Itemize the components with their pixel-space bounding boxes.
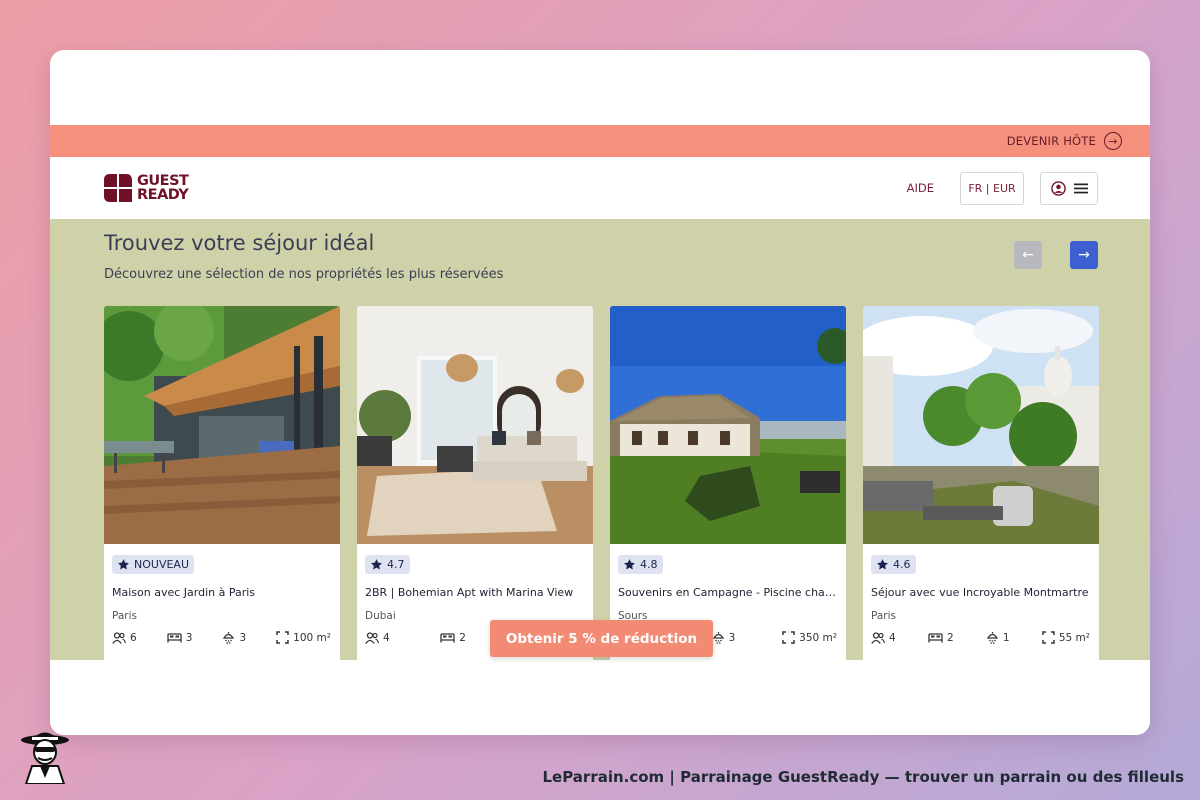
bed-icon — [928, 633, 943, 643]
property-title[interactable]: 2BR | Bohemian Apt with Marina View — [365, 586, 585, 599]
baths-count: 3 — [728, 631, 736, 644]
footer-caption: LeParrain.com | Parrainage GuestReady — … — [542, 768, 1184, 786]
bed-icon — [440, 633, 455, 643]
carousel-next-button[interactable]: → — [1070, 241, 1098, 269]
badge-label: 4.6 — [893, 558, 911, 571]
nav-actions: AIDE FR | EUR — [907, 171, 1098, 205]
area-frame-icon — [782, 631, 795, 644]
guests-icon — [871, 631, 885, 644]
area-stat: 100 m² — [276, 631, 331, 644]
mascot-logo-icon — [18, 726, 72, 788]
baths-count: 3 — [239, 631, 247, 644]
rating-badge: 4.8 — [618, 555, 663, 574]
become-host-label: DEVENIR HÔTE — [1006, 134, 1096, 148]
beds-count: 3 — [185, 631, 193, 644]
area-stat: 350 m² — [782, 631, 837, 644]
property-card[interactable]: 4.7 2BR | Bohemian Apt with Marina View … — [357, 306, 593, 660]
bed-icon — [167, 633, 182, 643]
navbar: GUEST READY AIDE FR | EUR — [50, 157, 1150, 219]
page-footer-area — [50, 660, 1150, 735]
logo-line-1: GUEST — [137, 173, 189, 189]
card-body: NOUVEAU Maison avec Jardin à Paris Paris… — [104, 544, 340, 644]
beds-stat: 3 — [167, 631, 193, 644]
logo-wordmark: GUEST READY — [137, 173, 189, 203]
guests-count: 6 — [130, 631, 137, 644]
guestready-logo[interactable]: GUEST READY — [104, 173, 189, 203]
arrow-left-icon: ← — [1022, 247, 1034, 263]
user-circle-icon — [1050, 180, 1066, 196]
star-icon — [118, 559, 129, 570]
featured-properties-section: Trouvez votre séjour idéal Découvrez une… — [50, 219, 1150, 660]
property-card[interactable]: 4.8 Souvenirs en Campagne - Piscine chau… — [610, 306, 846, 660]
language-currency-button[interactable]: FR | EUR — [960, 171, 1024, 205]
star-icon — [877, 559, 888, 570]
badge-label: 4.7 — [387, 558, 405, 571]
hamburger-menu-icon — [1073, 183, 1088, 193]
property-stats: 6 3 3 100 m² — [112, 631, 332, 644]
property-stats: 4 2 1 55 m² — [871, 631, 1091, 644]
section-subtitle: Découvrez une sélection de nos propriété… — [104, 267, 504, 282]
help-link[interactable]: AIDE — [907, 181, 934, 195]
property-photo — [610, 306, 846, 544]
guests-stat: 4 — [871, 631, 896, 644]
beds-count: 2 — [946, 631, 954, 644]
property-photo — [357, 306, 593, 544]
rating-badge: 4.7 — [365, 555, 410, 574]
property-cards: NOUVEAU Maison avec Jardin à Paris Paris… — [104, 306, 1099, 660]
top-banner: DEVENIR HÔTE → — [50, 125, 1150, 157]
baths-stat: 1 — [986, 631, 1010, 644]
baths-count: 1 — [1002, 631, 1010, 644]
guests-stat: 6 — [112, 631, 137, 644]
guests-stat: 4 — [365, 631, 390, 644]
shower-icon — [712, 632, 724, 644]
become-host-link[interactable]: DEVENIR HÔTE → — [1007, 132, 1122, 150]
beds-stat: 2 — [928, 631, 954, 644]
shower-icon — [223, 632, 235, 644]
logo-mark-icon — [104, 174, 132, 202]
area-value: 350 m² — [799, 631, 837, 644]
property-title[interactable]: Souvenirs en Campagne - Piscine chauffée — [618, 586, 838, 599]
property-card[interactable]: NOUVEAU Maison avec Jardin à Paris Paris… — [104, 306, 340, 660]
area-value: 55 m² — [1058, 631, 1090, 644]
shower-icon — [986, 632, 999, 644]
guests-count: 4 — [383, 631, 390, 644]
arrow-right-circle-icon: → — [1104, 132, 1122, 150]
beds-count: 2 — [459, 631, 466, 644]
area-value: 100 m² — [293, 631, 331, 644]
property-card[interactable]: 4.6 Séjour avec vue Incroyable Montmartr… — [863, 306, 1099, 660]
guests-icon — [365, 631, 379, 644]
browser-window: DEVENIR HÔTE → GUEST READY AIDE FR | EUR — [50, 50, 1150, 735]
guests-count: 4 — [889, 631, 896, 644]
carousel-prev-button[interactable]: ← — [1014, 241, 1042, 269]
area-frame-icon — [276, 631, 289, 644]
star-icon — [371, 559, 382, 570]
section-title: Trouvez votre séjour idéal — [104, 231, 375, 255]
property-city: Paris — [871, 610, 896, 622]
card-body: 4.6 Séjour avec vue Incroyable Montmartr… — [863, 544, 1099, 644]
discount-cta-button[interactable]: Obtenir 5 % de réduction — [490, 620, 713, 657]
guests-icon — [112, 631, 126, 644]
property-photo — [863, 306, 1099, 544]
property-photo — [104, 306, 340, 544]
user-menu-button[interactable] — [1040, 171, 1098, 205]
rating-badge: 4.6 — [871, 555, 916, 574]
badge-label: 4.8 — [640, 558, 658, 571]
badge-label: NOUVEAU — [134, 558, 189, 571]
star-icon — [624, 559, 635, 570]
area-frame-icon — [1042, 631, 1055, 644]
logo-line-2: READY — [137, 187, 189, 203]
beds-stat: 2 — [440, 631, 466, 644]
arrow-right-icon: → — [1078, 247, 1090, 263]
property-title[interactable]: Maison avec Jardin à Paris — [112, 586, 332, 599]
area-stat: 55 m² — [1042, 631, 1090, 644]
property-city: Paris — [112, 610, 137, 622]
property-title[interactable]: Séjour avec vue Incroyable Montmartre — [871, 586, 1091, 599]
baths-stat: 3 — [712, 631, 736, 644]
baths-stat: 3 — [222, 631, 246, 644]
rating-badge: NOUVEAU — [112, 555, 194, 574]
